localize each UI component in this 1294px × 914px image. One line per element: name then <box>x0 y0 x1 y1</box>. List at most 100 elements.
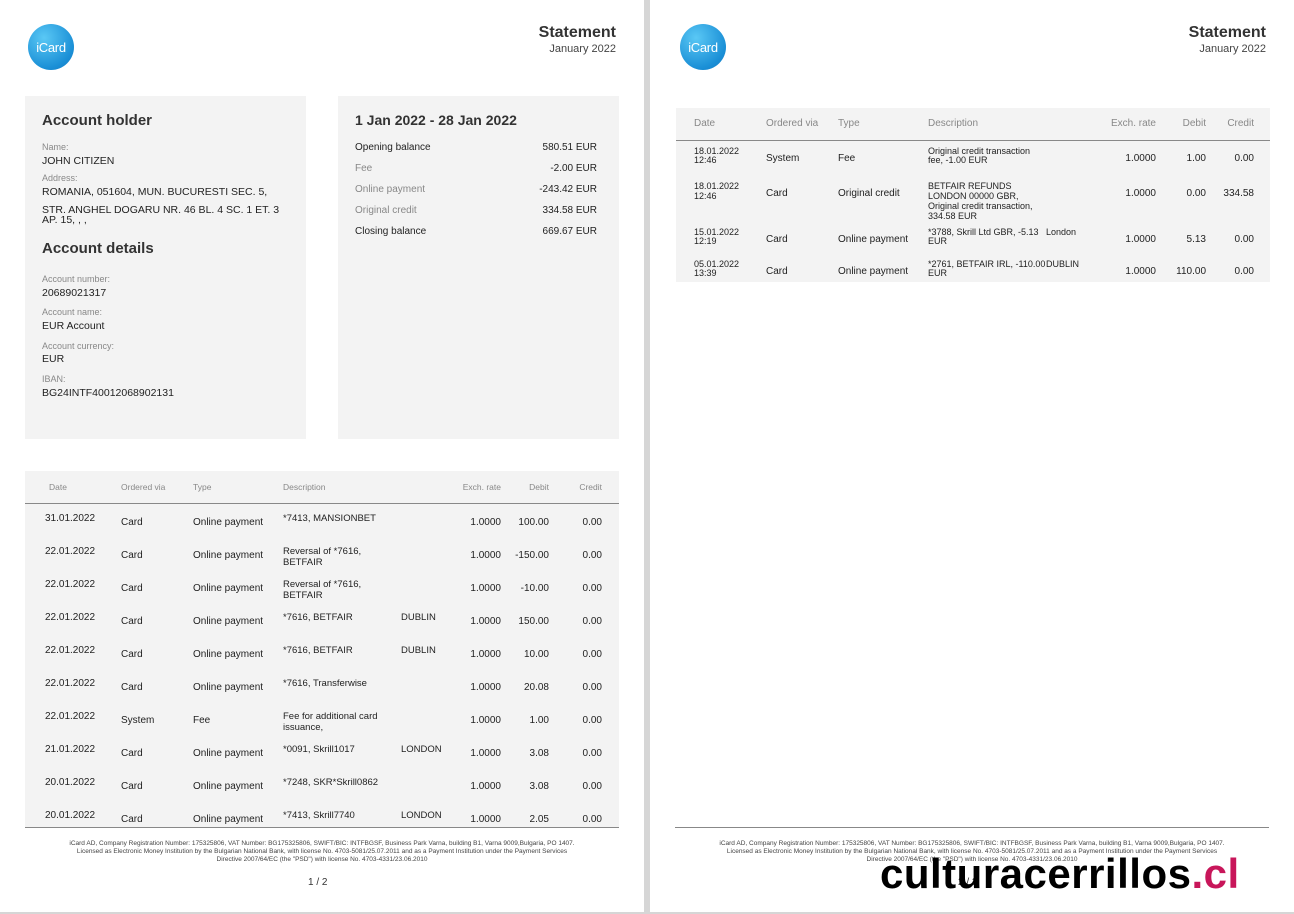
summary-row-online-payment: Online payment -243.42 EUR <box>355 184 597 195</box>
summary-label: Fee <box>355 163 373 174</box>
cell-credit: 334.58 <box>1223 188 1254 199</box>
description-text: Fee for additional card issuance, <box>283 711 378 733</box>
description-text: *3788, Skrill Ltd GBR, -5.13 EUR <box>928 226 1039 247</box>
col-date: Date <box>676 108 766 141</box>
cell-date: 18.01.2022 12:46 <box>676 176 766 222</box>
time-text: 12:46 <box>694 155 717 166</box>
account-currency: EUR <box>42 353 65 365</box>
cell-description: Original credit transaction fee, -1.00 E… <box>928 140 1100 176</box>
description-text: *7616, BETFAIR <box>283 612 353 623</box>
summary-value: -243.42 EUR <box>539 184 597 195</box>
account-name-label: Account name: <box>42 307 103 317</box>
cell-type: Online payment <box>838 233 909 245</box>
description-text: *7616, Transferwise <box>283 678 367 689</box>
cell-description: *7413, MANSIONBET <box>283 503 461 537</box>
table-row: 20.01.2022 Card Online payment *7248, SKR*S… <box>25 768 619 801</box>
cell-ordered-via: Card <box>121 583 143 594</box>
cell-debit: 10.00 <box>523 649 549 660</box>
col-description: Description <box>928 108 1100 141</box>
cell-type: Fee <box>193 715 211 726</box>
address-label: Address: <box>42 173 78 183</box>
cell-exch-rate: 1.0000 <box>470 682 501 693</box>
cell-description: *2761, BETFAIR IRL, -110.00 EURDUBLIN <box>928 254 1100 288</box>
cell-date: 18.01.2022 12:46 <box>676 140 766 176</box>
cell-debit: 1.00 <box>1186 152 1206 164</box>
account-info-box: Account holder Name: JOHN CITIZEN Addres… <box>25 96 306 439</box>
summary-row-closing: Closing balance 669.67 EUR <box>355 226 597 237</box>
icard-logo: iCard <box>28 24 74 70</box>
summary-row-original-credit: Original credit 334.58 EUR <box>355 205 597 216</box>
cell-credit: 0.00 <box>582 781 602 792</box>
cell-ordered-via: System <box>121 715 155 726</box>
account-name: EUR Account <box>42 320 105 332</box>
description-text: Reversal of *7616, BETFAIR <box>283 546 362 568</box>
description-city: DUBLIN <box>401 612 436 623</box>
cell-ordered-via: System <box>766 152 800 164</box>
description-text: *7413, Skrill7740 <box>283 810 355 821</box>
cell-credit: 0.00 <box>1234 265 1254 277</box>
cell-exch-rate: 1.0000 <box>470 649 501 660</box>
cell-date: 15.01.2022 12:19 <box>676 222 766 254</box>
cell-date: 05.01.2022 13:39 <box>676 254 766 288</box>
account-currency-label: Account currency: <box>42 341 115 351</box>
cell-type: Online payment <box>193 550 264 561</box>
transactions-table: Date Ordered via Type Description Exch. … <box>676 108 1270 288</box>
col-credit: Credit <box>549 471 619 504</box>
summary-row-fee: Fee -2.00 EUR <box>355 163 597 174</box>
cell-debit: 100.00 <box>518 516 549 528</box>
table-row: 22.01.2022 Card Online payment *7616, BETFA… <box>25 603 619 636</box>
cell-description: Reversal of *7616, BETFAIR <box>283 570 461 603</box>
cell-credit: 0.00 <box>582 616 602 627</box>
table-row: 22.01.2022 Card Online payment Reversal of … <box>25 570 619 603</box>
cell-type: Fee <box>838 152 856 164</box>
cell-description: Fee for additional card issuance, <box>283 702 461 735</box>
holder-name: JOHN CITIZEN <box>42 155 115 167</box>
summary-label: Closing balance <box>355 226 427 237</box>
cell-ordered-via: Card <box>121 682 143 693</box>
description-city: LONDON <box>401 744 442 755</box>
time-text: 13:39 <box>694 268 717 279</box>
time-text: 12:46 <box>694 190 717 201</box>
summary-date-range: 1 Jan 2022 - 28 Jan 2022 <box>355 112 517 128</box>
col-type: Type <box>193 471 283 504</box>
cell-description: *7616, Transferwise <box>283 669 461 702</box>
cell-ordered-via: Card <box>121 649 143 660</box>
name-label: Name: <box>42 142 69 152</box>
time-text: 12:19 <box>694 236 717 247</box>
cell-exch-rate: 1.0000 <box>470 781 501 792</box>
address-line-1: ROMANIA, 051604, MUN. BUCURESTI SEC. 5, <box>42 186 268 198</box>
table-header-row: Date Ordered via Type Description Exch. … <box>25 471 619 504</box>
cell-description: Reversal of *7616, BETFAIR <box>283 537 461 570</box>
cell-debit: 20.08 <box>523 682 549 693</box>
cell-exch-rate: 1.0000 <box>470 516 501 528</box>
cell-type: Online payment <box>193 616 264 627</box>
transactions-body: 31.01.2022 Card Online payment *7413, MANSI… <box>25 503 619 834</box>
cell-type: Online payment <box>193 682 264 693</box>
summary-label: Original credit <box>355 205 417 216</box>
cell-date: 22.01.2022 <box>45 645 96 656</box>
cell-exch-rate: 1.0000 <box>470 550 501 561</box>
watermark: culturacerrillos.cl <box>880 850 1240 898</box>
legal-footer: iCard AD, Company Registration Number: 1… <box>25 827 619 863</box>
table-row: 31.01.2022 Card Online payment *7413, MANSI… <box>25 503 619 537</box>
statement-period: January 2022 <box>549 43 616 55</box>
cell-ordered-via: Card <box>121 516 143 528</box>
cell-debit: -150.00 <box>515 550 549 561</box>
summary-label: Online payment <box>355 184 426 195</box>
table-header-row: Date Ordered via Type Description Exch. … <box>676 108 1270 141</box>
statement-title: Statement <box>1188 24 1266 41</box>
description-text: *0091, Skrill1017 <box>283 744 355 755</box>
summary-value: -2.00 EUR <box>550 163 597 174</box>
cell-date: 20.01.2022 <box>45 777 96 788</box>
cell-debit: 3.08 <box>529 781 549 792</box>
cell-date: 22.01.2022 <box>45 579 96 590</box>
icard-logo: iCard <box>680 24 726 70</box>
summary-value: 669.67 EUR <box>542 226 597 237</box>
cell-type: Original credit <box>838 188 900 199</box>
cell-credit: 0.00 <box>582 682 602 693</box>
summary-row-opening: Opening balance 580.51 EUR <box>355 142 597 153</box>
description-text: Original credit transaction fee, -1.00 E… <box>928 145 1031 166</box>
col-debit: Debit <box>501 471 549 504</box>
cell-ordered-via: Card <box>766 265 788 277</box>
cell-ordered-via: Card <box>766 188 788 199</box>
